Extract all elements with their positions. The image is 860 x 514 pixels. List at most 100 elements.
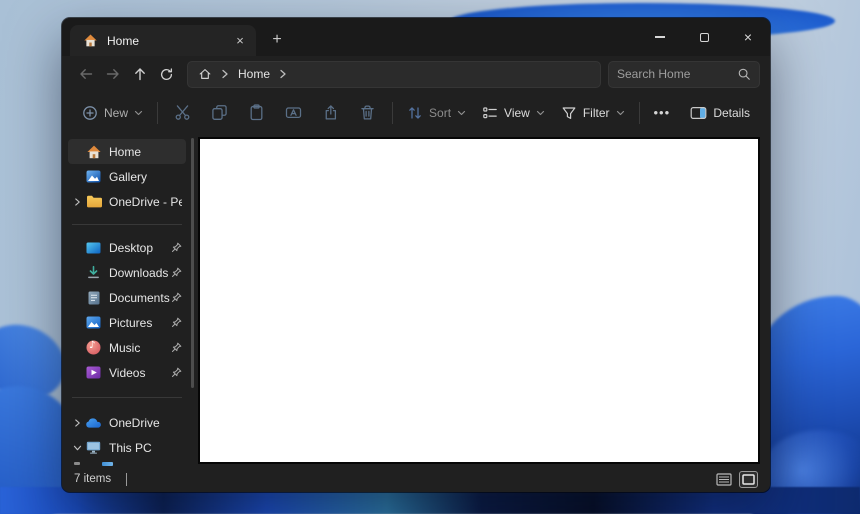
sidebar-item-this-pc[interactable]: This PC: [68, 435, 186, 460]
tab-close-button[interactable]: ×: [231, 32, 249, 50]
sidebar-item-label: Home: [109, 145, 182, 159]
rename-button[interactable]: [275, 98, 312, 128]
share-button[interactable]: [312, 98, 349, 128]
details-view-button[interactable]: [716, 473, 732, 486]
navigation-bar: Home: [62, 56, 770, 92]
tab-home[interactable]: Home ×: [70, 25, 256, 56]
sidebar-item-label: Downloads: [109, 266, 171, 280]
desktop-icon: [85, 239, 102, 256]
sidebar-item-label: This PC: [109, 441, 182, 455]
gallery-icon: [85, 168, 102, 185]
titlebar[interactable]: Home × + ×: [62, 18, 770, 56]
share-icon: [322, 104, 339, 121]
more-icon: •••: [654, 105, 671, 120]
sidebar-item-documents[interactable]: Documents: [68, 285, 186, 310]
sidebar-item-onedrive[interactable]: OneDrive: [68, 410, 186, 435]
search-box[interactable]: [608, 61, 760, 88]
sort-button[interactable]: Sort: [399, 98, 474, 128]
onedrive-cloud-icon: [85, 414, 102, 431]
sidebar-item-music[interactable]: ♪ Music: [68, 335, 186, 360]
window-controls: ×: [638, 18, 770, 56]
music-icon: ♪: [85, 339, 102, 356]
chevron-down-icon[interactable]: [70, 440, 85, 455]
large-thumbnails-view-button[interactable]: [739, 471, 758, 488]
sidebar-scrollbar[interactable]: [191, 138, 194, 388]
cut-button[interactable]: [164, 98, 201, 128]
chevron-right-icon[interactable]: [70, 194, 85, 209]
pin-icon: [171, 317, 182, 328]
details-label: Details: [713, 106, 750, 120]
sidebar-item-gallery[interactable]: Gallery: [68, 164, 186, 189]
chevron-down-icon: [616, 110, 625, 116]
chevron-right-icon[interactable]: [70, 415, 85, 430]
sidebar-item-label: OneDrive: [109, 416, 182, 430]
new-plus-icon: [82, 105, 98, 121]
back-icon: [78, 66, 94, 82]
breadcrumb-segment[interactable]: Home: [238, 67, 270, 81]
view-label: View: [504, 106, 530, 120]
copy-icon: [211, 104, 228, 121]
documents-icon: [85, 289, 102, 306]
new-button[interactable]: New: [74, 98, 151, 128]
toolbar-separator: [392, 102, 393, 124]
view-toggles: [716, 471, 758, 488]
refresh-button[interactable]: [153, 61, 180, 88]
clipped-chevron-fragment: [74, 462, 80, 465]
maximize-button[interactable]: [682, 18, 726, 56]
up-button[interactable]: [126, 61, 153, 88]
chevron-right-icon: [279, 69, 287, 79]
clipped-drive-icon-fragment: [102, 462, 113, 466]
sidebar-item-onedrive-personal[interactable]: OneDrive - Perso: [68, 189, 186, 214]
delete-button[interactable]: [349, 98, 386, 128]
filter-button[interactable]: Filter: [553, 98, 633, 128]
toolbar-separator: [639, 102, 640, 124]
content-area: Home Gallery OneDrive - Perso: [62, 133, 770, 466]
toolbar-separator: [157, 102, 158, 124]
sidebar-item-downloads[interactable]: Downloads: [68, 260, 186, 285]
sort-label: Sort: [429, 106, 451, 120]
view-button[interactable]: View: [474, 98, 553, 128]
trash-icon: [359, 104, 376, 121]
sidebar-item-label: Videos: [109, 366, 171, 380]
details-view-icon: [716, 473, 732, 486]
maximize-icon: [700, 33, 709, 42]
status-divider: [126, 473, 127, 486]
search-input[interactable]: [617, 67, 737, 81]
sidebar-item-label: Gallery: [109, 170, 182, 184]
pin-icon: [171, 367, 182, 378]
close-button[interactable]: ×: [726, 18, 770, 56]
new-tab-button[interactable]: +: [262, 27, 292, 53]
sidebar-item-label: Desktop: [109, 241, 171, 255]
this-pc-icon: [85, 439, 102, 456]
pictures-icon: [85, 314, 102, 331]
sort-icon: [407, 105, 423, 121]
sidebar-item-clipped[interactable]: [68, 460, 186, 466]
see-more-button[interactable]: •••: [646, 98, 679, 128]
filter-label: Filter: [583, 106, 610, 120]
sidebar-item-desktop[interactable]: Desktop: [68, 235, 186, 260]
copy-button[interactable]: [201, 98, 238, 128]
sidebar-item-label: OneDrive - Perso: [109, 195, 182, 209]
downloads-icon: [85, 264, 102, 281]
back-button[interactable]: [72, 61, 99, 88]
file-list-area: [196, 133, 770, 466]
sidebar-divider: [72, 397, 182, 398]
chevron-down-icon: [457, 110, 466, 116]
sidebar-item-home[interactable]: Home: [68, 139, 186, 164]
pin-icon: [171, 292, 182, 303]
new-label: New: [104, 106, 128, 120]
details-pane-button[interactable]: Details: [682, 98, 758, 128]
cut-icon: [174, 104, 191, 121]
file-list-canvas[interactable]: [198, 137, 760, 464]
sidebar-item-pictures[interactable]: Pictures: [68, 310, 186, 335]
up-icon: [132, 66, 148, 82]
music-note-glyph: ♪: [89, 340, 95, 351]
chevron-down-icon: [134, 110, 143, 116]
chevron-right-icon: [221, 69, 229, 79]
navigation-sidebar: Home Gallery OneDrive - Perso: [62, 133, 196, 466]
breadcrumb[interactable]: Home: [187, 61, 601, 88]
forward-button[interactable]: [99, 61, 126, 88]
paste-button[interactable]: [238, 98, 275, 128]
minimize-button[interactable]: [638, 18, 682, 56]
sidebar-item-videos[interactable]: Videos: [68, 360, 186, 385]
